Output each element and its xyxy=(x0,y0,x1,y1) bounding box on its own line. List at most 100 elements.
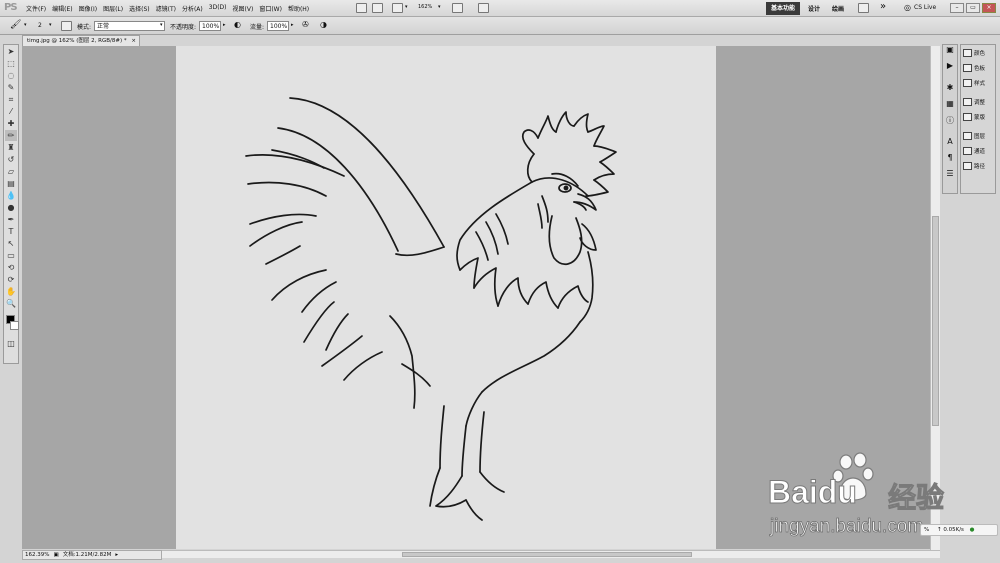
mini-bridge-icon[interactable] xyxy=(372,3,383,13)
chevron-down-icon[interactable]: ▾ xyxy=(24,22,27,28)
clone-stamp-tool-icon[interactable]: ♜ xyxy=(5,142,17,153)
chevron-down-icon[interactable]: ▾ xyxy=(438,4,441,10)
gradient-tool-icon[interactable]: ▤ xyxy=(5,178,17,189)
menu-layer[interactable]: 图层(L) xyxy=(103,4,123,13)
opacity-field[interactable]: 100% xyxy=(199,21,221,31)
opacity-slider-arrow-icon[interactable]: ▸ xyxy=(223,22,226,28)
zoom-tool-icon[interactable]: 🔍 xyxy=(5,298,17,309)
panel-styles[interactable]: 样式 xyxy=(961,75,995,90)
lasso-tool-icon[interactable]: ◌ xyxy=(5,70,17,81)
quick-mask-icon[interactable]: ◫ xyxy=(5,338,17,349)
scroll-thumb[interactable] xyxy=(932,216,939,426)
eraser-tool-icon[interactable]: ▱ xyxy=(5,166,17,177)
bridge-icon[interactable] xyxy=(356,3,367,13)
minimize-icon[interactable]: – xyxy=(950,3,964,13)
crop-tool-icon[interactable]: ⌗ xyxy=(5,94,17,105)
document-canvas[interactable] xyxy=(176,46,716,549)
mode-select[interactable]: 正常 xyxy=(94,21,165,31)
close-icon[interactable]: × xyxy=(131,38,136,44)
document-tab[interactable]: timg.jpg @ 162% (图层 2, RGB/8#) * × xyxy=(22,35,140,46)
brush-panel-icon[interactable] xyxy=(61,21,72,31)
eyedropper-tool-icon[interactable]: ⁄ xyxy=(5,106,17,117)
cs-live-label[interactable]: CS Live xyxy=(914,4,936,11)
pressure-size-icon[interactable]: ◑ xyxy=(320,20,327,29)
history-brush-tool-icon[interactable]: ↺ xyxy=(5,154,17,165)
blur-tool-icon[interactable]: 💧 xyxy=(5,190,17,201)
chevron-down-icon[interactable]: ▾ xyxy=(49,22,52,28)
menu-analysis[interactable]: 分析(A) xyxy=(182,4,203,13)
actions-icon[interactable]: ▶ xyxy=(943,61,957,77)
dodge-tool-icon[interactable]: ● xyxy=(5,202,17,213)
menu-select[interactable]: 选择(S) xyxy=(129,4,150,13)
view-extras-icon[interactable] xyxy=(392,3,403,13)
3d-rotate-tool-icon[interactable]: ⟲ xyxy=(5,262,17,273)
panel-masks[interactable]: 蒙版 xyxy=(961,109,995,124)
workspace-essentials[interactable]: 基本功能 xyxy=(766,2,800,15)
chevron-down-icon[interactable]: ▾ xyxy=(160,22,163,28)
panel-layers[interactable]: 图层 xyxy=(961,128,995,143)
panel-channels[interactable]: 通道 xyxy=(961,143,995,158)
brush-tool-icon[interactable]: ✏ xyxy=(5,130,17,141)
3d-orbit-tool-icon[interactable]: ⟳ xyxy=(5,274,17,285)
panel-swatches[interactable]: 色板 xyxy=(961,60,995,75)
marquee-tool-icon[interactable]: ⬚ xyxy=(5,58,17,69)
chevron-down-icon[interactable]: ▾ xyxy=(405,4,408,10)
panel-color[interactable]: 颜色 xyxy=(961,45,995,60)
move-tool-icon[interactable]: ➤ xyxy=(5,46,17,57)
quick-select-tool-icon[interactable]: ✎ xyxy=(5,82,17,93)
cs-live-icon[interactable]: ◎ xyxy=(904,3,911,12)
airbrush-icon[interactable]: ✇ xyxy=(302,20,309,29)
shape-tool-icon[interactable]: ▭ xyxy=(5,250,17,261)
clone-source-icon[interactable]: ▦ xyxy=(943,99,957,115)
brushes-icon[interactable]: ✱ xyxy=(943,83,957,99)
arrange-documents-icon[interactable] xyxy=(452,3,463,13)
menu-edit[interactable]: 编辑(E) xyxy=(52,4,72,13)
workspace-painting[interactable]: 绘画 xyxy=(832,4,844,13)
screen-mode-icon[interactable] xyxy=(478,3,489,13)
paragraph-icon[interactable]: ¶ xyxy=(943,153,957,169)
character-icon[interactable]: A xyxy=(943,137,957,153)
menu-3d[interactable]: 3D(D) xyxy=(209,4,227,13)
close-icon[interactable]: × xyxy=(982,3,996,13)
restore-icon[interactable]: ▭ xyxy=(966,3,980,13)
flow-slider-arrow-icon[interactable]: ▸ xyxy=(291,22,294,28)
panel-paths[interactable]: 路径 xyxy=(961,158,995,173)
swatches-icon xyxy=(963,63,972,72)
app-logo: PS xyxy=(4,2,17,13)
background-color-swatch[interactable] xyxy=(10,321,19,330)
type-tool-icon[interactable]: T xyxy=(5,226,17,237)
menu-view[interactable]: 视图(V) xyxy=(233,4,254,13)
network-status-icon: ● xyxy=(969,527,975,533)
workspace-photography-icon[interactable] xyxy=(858,3,869,13)
flow-label: 流量: xyxy=(250,24,265,31)
pen-tool-icon[interactable]: ✒ xyxy=(5,214,17,225)
upload-arrow-icon: ↑ xyxy=(936,527,942,533)
menu-file[interactable]: 文件(F) xyxy=(26,4,46,13)
healing-tool-icon[interactable]: ✚ xyxy=(5,118,17,129)
vertical-scrollbar[interactable] xyxy=(930,46,940,551)
info-icon[interactable]: ⓘ xyxy=(943,115,957,131)
layer-comps-icon[interactable]: ☰ xyxy=(943,169,957,185)
brush-tool-icon[interactable]: 🖌 xyxy=(10,20,21,30)
workspace-design[interactable]: 设计 xyxy=(808,4,820,13)
zoom-level[interactable]: 162% xyxy=(418,4,432,10)
menu-filter[interactable]: 滤镜(T) xyxy=(156,4,176,13)
menu-help[interactable]: 帮助(H) xyxy=(288,4,309,13)
flow-field[interactable]: 100% xyxy=(267,21,289,31)
hand-tool-icon[interactable]: ✋ xyxy=(5,286,17,297)
panel-adjustments[interactable]: 调整 xyxy=(961,94,995,109)
status-bar: 162.39% ▣ 文档:1.21M/2.82M ▸ xyxy=(22,550,162,560)
channels-icon xyxy=(963,146,972,155)
status-menu-arrow-icon[interactable]: ▸ xyxy=(115,551,118,559)
menu-window[interactable]: 窗口(W) xyxy=(259,4,282,13)
masks-icon xyxy=(963,112,972,121)
more-workspaces-icon[interactable]: » xyxy=(880,1,886,12)
brush-size[interactable]: 2 xyxy=(38,22,42,29)
net-speed-widget: % ↑ 0.05K/s ● xyxy=(920,524,998,536)
pressure-opacity-icon[interactable]: ◐ xyxy=(234,20,241,29)
path-select-tool-icon[interactable]: ↖ xyxy=(5,238,17,249)
history-icon[interactable]: ▣ xyxy=(943,45,957,61)
menu-image[interactable]: 图像(I) xyxy=(79,4,97,13)
scroll-thumb[interactable] xyxy=(402,552,692,557)
zoom-status[interactable]: 162.39% xyxy=(25,551,49,559)
